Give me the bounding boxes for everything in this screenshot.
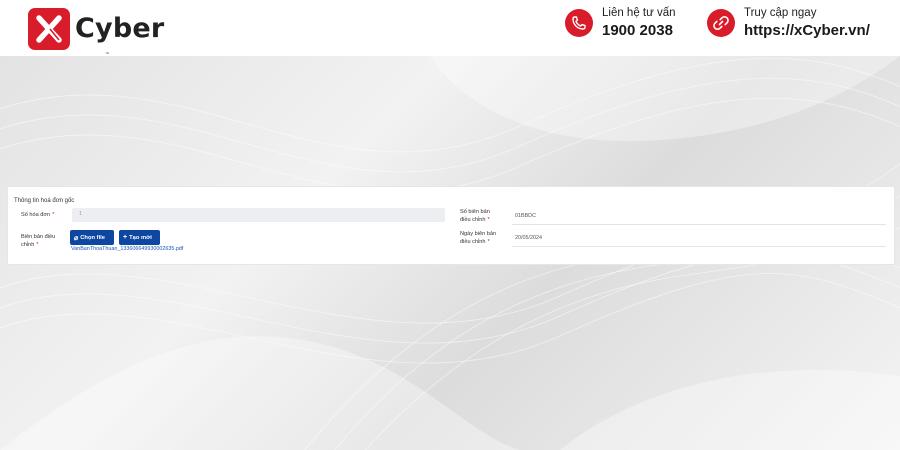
required-marker: * bbox=[52, 212, 55, 218]
create-new-label: Tạo mới bbox=[129, 234, 152, 241]
adjust-date-label-line1: Ngày biên bản bbox=[460, 231, 497, 237]
website-label: Truy cập ngay bbox=[744, 7, 817, 19]
link-icon bbox=[707, 8, 735, 37]
site-header: Cyber ™ Liên hệ tư vấn 1900 2038 Truy cậ… bbox=[0, 0, 900, 56]
required-marker: * bbox=[487, 239, 490, 245]
adjust-date-label: Ngày biên bản điều chỉnh * bbox=[460, 230, 496, 246]
adjust-number-label-line2: điều chỉnh bbox=[460, 217, 486, 223]
invoice-number-label-text: Số hóa đơn bbox=[21, 212, 51, 218]
invoice-number-value: 1 bbox=[79, 211, 83, 217]
adjust-document-label-line1: Biên bản điều bbox=[21, 234, 56, 240]
adjust-number-value[interactable]: 01BBDC bbox=[515, 213, 536, 219]
adjust-number-label-line1: Số biên bản bbox=[460, 209, 490, 215]
phone-icon bbox=[565, 8, 593, 37]
paperclip-icon: ⌀ bbox=[74, 234, 79, 242]
adjust-date-value[interactable]: 20/05/2024 bbox=[515, 235, 542, 241]
required-marker: * bbox=[487, 217, 490, 223]
adjust-date-label-line2: điều chỉnh bbox=[460, 239, 486, 245]
hotline-number[interactable]: 1900 2038 bbox=[602, 23, 676, 38]
original-invoice-panel: Thông tin hoá đơn gốc Số hóa đơn * 1 Biên… bbox=[7, 186, 895, 265]
cyber-logo[interactable]: Cyber ™ bbox=[28, 8, 165, 56]
x-logo-icon bbox=[28, 8, 70, 50]
hotline-label: Liên hệ tư vấn bbox=[602, 7, 676, 19]
section-title: Thông tin hoá đơn gốc bbox=[14, 198, 75, 204]
choose-file-label: Chọn file bbox=[80, 234, 106, 241]
adjust-document-label-line2: chỉnh bbox=[21, 242, 35, 248]
create-new-button[interactable]: + Tạo mới bbox=[119, 230, 160, 245]
website-contact[interactable]: Truy cập ngay https://xCyber.vn/ bbox=[707, 7, 870, 38]
adjust-date-underline bbox=[512, 246, 886, 247]
adjust-number-label: Số biên bản điều chỉnh * bbox=[460, 208, 490, 224]
required-marker: * bbox=[36, 242, 39, 248]
choose-file-button[interactable]: ⌀ Chọn file bbox=[70, 230, 114, 245]
invoice-number-label: Số hóa đơn * bbox=[21, 211, 54, 219]
plus-icon: + bbox=[123, 234, 128, 241]
website-url[interactable]: https://xCyber.vn/ bbox=[744, 23, 870, 38]
brand-name: Cyber bbox=[75, 12, 165, 44]
adjust-document-label: Biên bản điều chỉnh * bbox=[21, 233, 55, 249]
hotline-contact[interactable]: Liên hệ tư vấn 1900 2038 bbox=[565, 7, 676, 38]
invoice-number-input[interactable]: 1 bbox=[72, 208, 445, 222]
attached-file-link[interactable]: VanBanThoaThuan_133606649930002635.pdf bbox=[71, 246, 183, 252]
adjust-number-underline bbox=[512, 224, 886, 225]
